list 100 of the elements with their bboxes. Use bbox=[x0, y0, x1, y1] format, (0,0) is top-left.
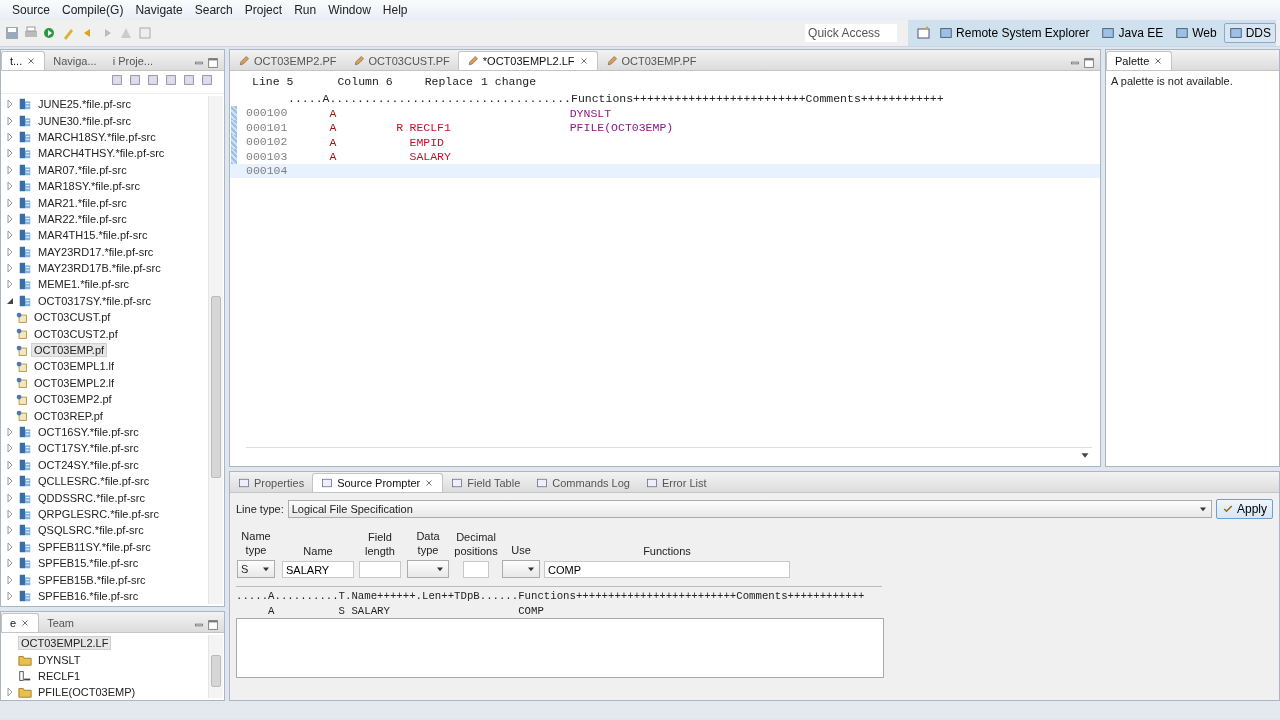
scrollbar[interactable] bbox=[208, 96, 223, 604]
dropdown[interactable]: S bbox=[237, 560, 275, 578]
panel-tab[interactable]: Team bbox=[39, 613, 83, 632]
expand-arrow-icon[interactable] bbox=[5, 263, 15, 274]
toolbar-icon[interactable] bbox=[146, 73, 160, 87]
view-tab[interactable]: Commands Log bbox=[528, 473, 638, 492]
tree-item[interactable]: MARCH4THSY.*file.pf-src bbox=[35, 146, 168, 161]
tree-item[interactable]: MAR21.*file.pf-src bbox=[35, 195, 130, 210]
tree-item[interactable]: PFILE(OCT03EMP) bbox=[35, 685, 139, 700]
tree-item[interactable]: OCT03CUST.pf bbox=[31, 310, 114, 325]
toolbar-icon[interactable] bbox=[200, 73, 214, 87]
menu-item[interactable]: Source bbox=[6, 0, 57, 20]
tree-item[interactable]: JUNE25.*file.pf-src bbox=[35, 97, 134, 112]
expand-arrow-icon[interactable] bbox=[5, 590, 15, 601]
open-perspective-icon[interactable] bbox=[916, 25, 933, 41]
expand-arrow-icon[interactable] bbox=[5, 459, 15, 470]
tree-item[interactable]: OCT03EMPL2.lf bbox=[31, 375, 118, 390]
tree-item[interactable]: OCT03EMP2.pf bbox=[31, 392, 115, 407]
panel-tab[interactable]: Palette bbox=[1106, 51, 1173, 70]
editor-tab[interactable]: *OCT03EMPL2.LF bbox=[457, 51, 598, 70]
tree-item[interactable]: MAY23RD17.*file.pf-src bbox=[35, 244, 157, 259]
perspective-button[interactable]: DDS bbox=[1223, 23, 1276, 43]
expand-arrow-icon[interactable] bbox=[5, 99, 15, 110]
tree-item[interactable]: QCLLESRC.*file.pf-src bbox=[35, 474, 153, 489]
expand-arrow-icon[interactable] bbox=[5, 443, 15, 454]
tree-item[interactable]: SPFEB15.*file.pf-src bbox=[35, 556, 142, 571]
text-field[interactable] bbox=[463, 561, 489, 578]
tree-item[interactable]: QDDSSRC.*file.pf-src bbox=[35, 490, 148, 505]
expand-arrow-icon[interactable] bbox=[5, 230, 15, 241]
editor-tab[interactable]: OCT03EMP2.PF bbox=[230, 51, 345, 70]
toolbar-icon[interactable] bbox=[110, 73, 124, 87]
expand-arrow-icon[interactable] bbox=[5, 246, 15, 257]
menu-item[interactable]: Project bbox=[238, 0, 289, 20]
tree-item[interactable]: MAY23RD17B.*file.pf-src bbox=[35, 261, 164, 276]
maximize-icon[interactable] bbox=[1082, 56, 1096, 70]
dropdown[interactable] bbox=[407, 560, 449, 578]
dropdown[interactable] bbox=[502, 560, 540, 578]
expand-arrow-icon[interactable] bbox=[5, 279, 15, 290]
tree-item[interactable]: MEME1.*file.pf-src bbox=[35, 277, 133, 292]
editor-tab[interactable]: OCT03EMP.PF bbox=[597, 51, 705, 70]
tree-item[interactable]: OCT17SY.*file.pf-src bbox=[35, 441, 142, 456]
tree-item[interactable]: OCT16SY.*file.pf-src bbox=[35, 425, 142, 439]
expand-arrow-icon[interactable] bbox=[5, 427, 15, 437]
expand-arrow-icon[interactable] bbox=[5, 148, 15, 159]
tree-item[interactable]: DYNSLT bbox=[35, 652, 84, 667]
close-icon[interactable] bbox=[26, 56, 37, 66]
apply-button[interactable]: Apply bbox=[1215, 499, 1273, 519]
toolbar-icon[interactable] bbox=[164, 73, 178, 87]
view-tab[interactable]: Properties bbox=[230, 473, 313, 492]
close-icon[interactable] bbox=[20, 618, 31, 628]
close-icon[interactable] bbox=[578, 56, 589, 66]
text-area[interactable] bbox=[236, 618, 884, 678]
tree-item[interactable]: OCT0317SY.*file.pf-src bbox=[35, 293, 154, 308]
toolbar-icon[interactable] bbox=[182, 73, 196, 87]
text-field[interactable] bbox=[359, 561, 401, 578]
tree-item[interactable]: OCT03EMPL2.LF bbox=[18, 636, 112, 651]
expand-arrow-icon[interactable] bbox=[5, 181, 15, 192]
expand-arrow-icon[interactable] bbox=[5, 508, 15, 519]
tree-item[interactable]: MAR07.*file.pf-src bbox=[35, 162, 130, 177]
panel-tab[interactable]: Naviga... bbox=[45, 51, 105, 70]
expand-arrow-icon[interactable] bbox=[5, 687, 15, 698]
perspective-button[interactable]: Java EE bbox=[1096, 23, 1169, 43]
save-icon[interactable] bbox=[4, 25, 20, 41]
view-tab[interactable]: Field Table bbox=[443, 473, 529, 492]
menu-item[interactable]: Compile(G) bbox=[56, 0, 130, 20]
text-field[interactable]: SALARY bbox=[282, 561, 354, 578]
view-tab[interactable]: Error List bbox=[637, 473, 715, 492]
panel-tab[interactable]: e bbox=[1, 613, 40, 632]
expand-arrow-icon[interactable] bbox=[5, 213, 15, 224]
tree-item[interactable]: QSQLSRC.*file.pf-src bbox=[35, 523, 147, 538]
menu-item[interactable]: Window bbox=[322, 0, 377, 20]
expand-arrow-icon[interactable] bbox=[5, 115, 15, 126]
view-tab[interactable]: Source Prompter bbox=[312, 473, 444, 492]
expand-arrow-icon[interactable] bbox=[5, 558, 15, 569]
line-type-dropdown[interactable]: Logical File Specification bbox=[287, 500, 1212, 518]
expand-arrow-icon[interactable] bbox=[5, 492, 15, 503]
scrollbar[interactable] bbox=[208, 635, 223, 698]
menu-item[interactable]: Search bbox=[188, 0, 239, 20]
tree-item[interactable]: SPFEB15B.*file.pf-src bbox=[35, 572, 149, 587]
panel-tab[interactable]: t... bbox=[1, 51, 46, 70]
tree-item[interactable]: OCT03EMP.pf bbox=[31, 343, 108, 358]
text-field[interactable]: COMP bbox=[544, 561, 790, 578]
tree-item[interactable]: MAR18SY.*file.pf-src bbox=[35, 179, 143, 194]
tree-item[interactable]: OCT03REP.pf bbox=[31, 408, 106, 423]
perspective-button[interactable]: Web bbox=[1170, 23, 1222, 43]
quick-access-field[interactable]: Quick Access bbox=[805, 24, 898, 42]
expand-arrow-icon[interactable] bbox=[5, 541, 15, 552]
tree-item[interactable]: OCT03CUST2.pf bbox=[31, 326, 121, 341]
perspective-button[interactable]: Remote System Explorer bbox=[934, 23, 1095, 43]
menu-item[interactable]: Navigate bbox=[129, 0, 189, 20]
maximize-icon[interactable] bbox=[206, 618, 220, 632]
expand-arrow-icon[interactable] bbox=[5, 131, 15, 142]
tree-item[interactable]: MARCH18SY.*file.pf-src bbox=[35, 129, 159, 144]
menu-item[interactable]: Run bbox=[288, 0, 323, 20]
close-icon[interactable] bbox=[424, 478, 435, 488]
expand-arrow-icon[interactable] bbox=[5, 476, 15, 487]
editor-tab[interactable]: OCT03CUST.PF bbox=[344, 51, 458, 70]
tree-item[interactable]: OCT24SY.*file.pf-src bbox=[35, 457, 142, 472]
tree-item[interactable]: RECLF1 bbox=[35, 668, 84, 683]
tree-item[interactable]: MAR4TH15.*file.pf-src bbox=[35, 228, 151, 243]
